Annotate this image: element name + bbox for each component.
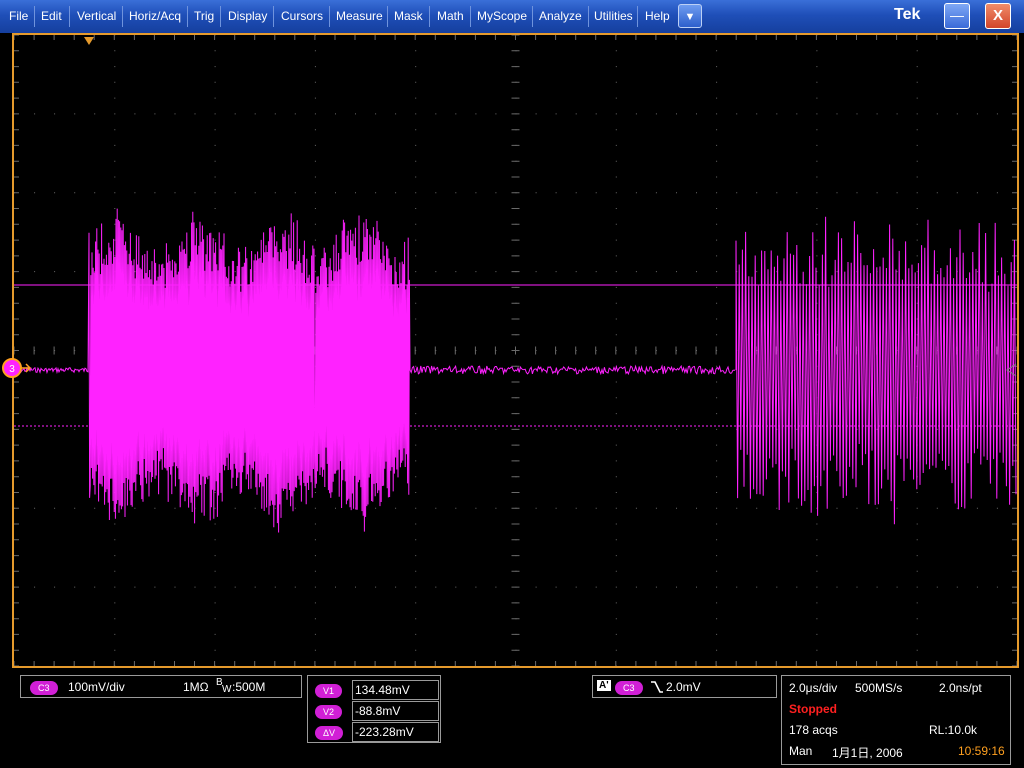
cursor-delta-badge: ΔV <box>315 726 344 740</box>
waveform-display[interactable] <box>12 33 1019 668</box>
trigger-position-marker <box>84 37 94 45</box>
cursor-v1-row: V1 134.48mV <box>308 680 440 701</box>
resolution: 2.0ns/pt <box>939 681 982 695</box>
menu-separator <box>220 6 221 27</box>
cursor-delta-row: ΔV -223.28mV <box>308 722 440 743</box>
menu-display[interactable]: Display <box>222 0 273 33</box>
date: 1月1日, 2006 <box>832 746 903 760</box>
cursor-delta-value: -223.28mV <box>352 722 439 742</box>
tek-logo: Tek <box>894 6 921 23</box>
close-button[interactable]: X <box>985 3 1011 29</box>
menu-separator <box>429 6 430 27</box>
sample-rate: 500MS/s <box>855 681 903 695</box>
vertical-scale: 100mV/div <box>68 680 125 694</box>
acquisition-readout[interactable]: 2.0μs/div 500MS/s 2.0ns/pt Stopped 178 a… <box>781 675 1011 765</box>
menu-mask[interactable]: Mask <box>388 0 429 33</box>
cursor-v2-row: V2 -88.8mV <box>308 701 440 722</box>
close-icon: X <box>992 7 1003 24</box>
menu-trig[interactable]: Trig <box>188 0 220 33</box>
menu-bar: File Edit Vertical Horiz/Acq Trig Displa… <box>0 0 1024 33</box>
trigger-source-badge: C3 <box>615 681 643 695</box>
menu-separator <box>273 6 274 27</box>
menu-dropdown-button[interactable]: ▼ <box>678 4 702 28</box>
menu-horiz-acq[interactable]: Horiz/Acq <box>123 0 187 33</box>
channel-badge: C3 <box>30 681 58 695</box>
menu-utilities[interactable]: Utilities <box>588 0 639 33</box>
waveform-burst-2 <box>735 216 1017 525</box>
minimize-icon: — <box>950 7 964 23</box>
channel-3-ground-marker[interactable]: 3 <box>0 355 40 381</box>
cursor-v2-value: -88.8mV <box>352 701 439 721</box>
cursor-v1-value: 134.48mV <box>352 680 439 700</box>
waveform-burst-1 <box>14 208 736 533</box>
channel-marker-label: 3 <box>9 364 15 375</box>
graticule <box>14 35 1017 666</box>
menu-cursors[interactable]: Cursors <box>275 0 329 33</box>
timebase: 2.0μs/div <box>789 681 838 695</box>
falling-edge-icon <box>651 681 663 693</box>
menu-edit[interactable]: Edit <box>35 0 68 33</box>
time: 10:59:16 <box>958 744 1005 758</box>
channel-3-readout[interactable]: C3 100mV/div 1MΩ B W :500M <box>20 675 302 698</box>
bandwidth-limit: :500M <box>232 680 266 694</box>
record-length: RL:10.0k <box>929 723 978 737</box>
run-status: Stopped <box>789 702 837 716</box>
menu-help[interactable]: Help <box>639 0 676 33</box>
minimize-button[interactable]: — <box>944 3 970 29</box>
cursor-readout[interactable]: V1 134.48mV V2 -88.8mV ΔV -223.28mV <box>307 675 441 743</box>
menu-separator <box>637 6 638 27</box>
menu-separator <box>69 6 70 27</box>
cursor-v2-badge: V2 <box>315 705 343 719</box>
menu-file[interactable]: File <box>3 0 34 33</box>
menu-myscope[interactable]: MyScope <box>471 0 533 33</box>
mode: Man <box>789 744 813 758</box>
channel-marker-arrow-icon <box>22 363 32 373</box>
acquisition-count: 178 acqs <box>789 723 838 737</box>
trigger-level: 2.0mV <box>666 680 701 694</box>
input-impedance: 1MΩ <box>183 680 209 694</box>
trigger-readout[interactable]: A' C3 2.0mV <box>592 675 777 698</box>
chevron-down-icon: ▼ <box>684 11 696 23</box>
menu-analyze[interactable]: Analyze <box>533 0 588 33</box>
trigger-mode-badge: A' <box>597 680 611 691</box>
menu-vertical[interactable]: Vertical <box>71 0 122 33</box>
menu-measure[interactable]: Measure <box>330 0 389 33</box>
bandwidth-subscript: W <box>222 684 232 695</box>
menu-math[interactable]: Math <box>431 0 470 33</box>
cursor-v1-badge: V1 <box>315 684 343 698</box>
